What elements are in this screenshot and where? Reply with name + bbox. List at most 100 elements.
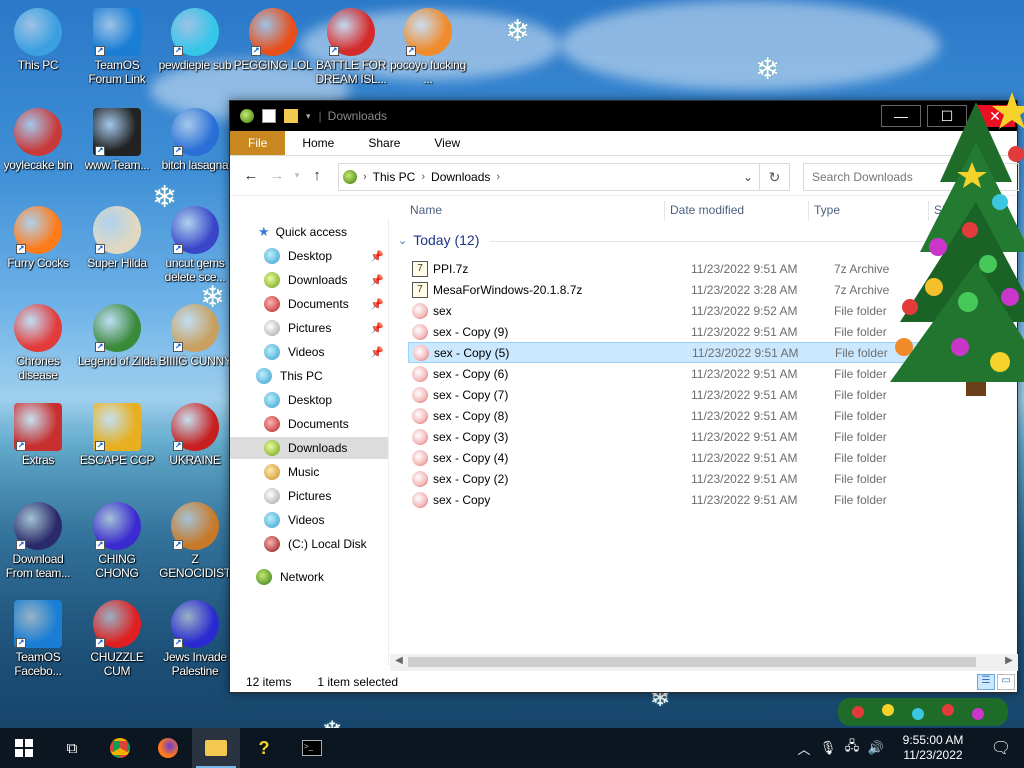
taskbar-firefox[interactable] bbox=[144, 728, 192, 768]
pin-icon[interactable]: 📌 bbox=[370, 250, 384, 263]
nav-this-pc[interactable]: This PC bbox=[230, 365, 388, 387]
file-row[interactable]: sex - Copy (7) 11/23/2022 9:51 AM File fol… bbox=[408, 384, 1008, 405]
notification-center-icon[interactable]: 🗨 bbox=[978, 738, 1024, 758]
taskbar-file-explorer[interactable] bbox=[192, 728, 240, 768]
back-button[interactable]: ← bbox=[238, 163, 264, 189]
minimize-button[interactable]: — bbox=[881, 105, 921, 127]
desktop-icon-pocoyo[interactable]: ↗ pocoyo fucking ... bbox=[388, 8, 468, 86]
column-date-modified[interactable]: Date modified bbox=[670, 203, 744, 217]
breadcrumb-this-pc[interactable]: This PC bbox=[369, 170, 420, 184]
desktop-icon-ukraine[interactable]: ↗ UKRAINE bbox=[155, 403, 235, 467]
desktop-icon-furry-cocks[interactable]: ↗ Furry Cocks bbox=[0, 206, 78, 270]
desktop-icon-legend-of-zilda[interactable]: ↗ Legend of Zilda bbox=[77, 304, 157, 368]
desktop-icon-teamos-forum-link[interactable]: ↗ TeamOS Forum Link bbox=[77, 8, 157, 86]
desktop-icon-pegging-lol[interactable]: ↗ PEGGING LOL bbox=[233, 8, 313, 72]
pin-icon[interactable]: 📌 bbox=[370, 346, 384, 359]
nav-pc-desktop[interactable]: Desktop bbox=[230, 389, 388, 411]
nav-quick-desktop[interactable]: Desktop 📌 bbox=[230, 245, 388, 267]
desktop-icon-pewdiepie-sub[interactable]: ↗ pewdiepie sub bbox=[155, 8, 235, 72]
group-header-today[interactable]: ⌄ Today (12) bbox=[398, 232, 1010, 248]
desktop-icon-uncut-gems[interactable]: ↗ uncut gems delete sce... bbox=[155, 206, 235, 284]
nav-pc-music[interactable]: Music bbox=[230, 461, 388, 483]
nav-quick-access[interactable]: ★ Quick access bbox=[230, 221, 388, 243]
desktop-icon-teamos-facebook[interactable]: ↗ TeamOS Facebo... bbox=[0, 600, 78, 678]
scroll-right-icon[interactable]: ▶ bbox=[1002, 655, 1016, 666]
desktop-icon-chuzzle-cum[interactable]: ↗ CHUZZLE CUM bbox=[77, 600, 157, 678]
desktop-icon-bitch-lasagna[interactable]: ↗ bitch lasagna bbox=[155, 108, 235, 172]
task-view-button[interactable]: ⧉ bbox=[48, 728, 96, 768]
customize-qat-icon[interactable]: ▾ bbox=[306, 111, 311, 122]
nav-quick-videos[interactable]: Videos 📌 bbox=[230, 341, 388, 363]
desktop-icon-ching-chong[interactable]: ↗ CHING CHONG bbox=[77, 502, 157, 580]
desktop-icon-yoylecake-bin[interactable]: yoylecake bin bbox=[0, 108, 78, 172]
desktop-icon-this-pc[interactable]: This PC bbox=[0, 8, 78, 72]
nav-quick-downloads[interactable]: Downloads 📌 bbox=[230, 269, 388, 291]
nav-network[interactable]: Network bbox=[230, 566, 388, 588]
column-size[interactable]: Si bbox=[934, 203, 945, 217]
tab-file[interactable]: File bbox=[230, 131, 286, 155]
file-row[interactable]: sex - Copy (5) 11/23/2022 9:51 AM File fol… bbox=[408, 342, 1008, 363]
column-type[interactable]: Type bbox=[814, 203, 840, 217]
start-button[interactable] bbox=[0, 728, 48, 768]
file-row[interactable]: sex - Copy (2) 11/23/2022 9:51 AM File fol… bbox=[408, 468, 1008, 489]
refresh-button[interactable]: ↻ bbox=[759, 164, 789, 190]
up-button[interactable]: ↑ bbox=[304, 163, 330, 189]
desktop-icon-z-genocidist[interactable]: ↗ Z GENOCIDIST bbox=[155, 502, 235, 580]
address-dropdown-icon[interactable]: ⌄ bbox=[743, 170, 753, 184]
desktop-icon-super-hilda[interactable]: ↗ Super Hilda bbox=[77, 206, 157, 270]
desktop-icon-download-from-team[interactable]: ↗ Download From team... bbox=[0, 502, 78, 580]
breadcrumb-downloads[interactable]: Downloads bbox=[427, 170, 494, 184]
nav-pc-documents[interactable]: Documents bbox=[230, 413, 388, 435]
nav-pc-pictures[interactable]: Pictures bbox=[230, 485, 388, 507]
file-row[interactable]: 7 MesaForWindows-20.1.8.7z 11/23/2022 3:28… bbox=[408, 279, 1008, 300]
scrollbar-thumb[interactable] bbox=[408, 657, 976, 667]
column-name[interactable]: Name bbox=[410, 203, 442, 217]
large-icons-view-button[interactable]: ▭ bbox=[997, 674, 1015, 690]
recent-locations-button[interactable]: ▾ bbox=[290, 163, 304, 189]
close-button[interactable]: ✕ bbox=[975, 105, 1015, 127]
desktop-icon-chrones-disease[interactable]: Chrones disease bbox=[0, 304, 78, 382]
file-row[interactable]: sex - Copy 11/23/2022 9:51 AM File folder bbox=[408, 489, 1008, 510]
network-status-icon[interactable]: 🖧 bbox=[840, 737, 864, 759]
desktop-icon-biiiig-cunny[interactable]: ↗ BIIIIG CUNNY bbox=[155, 304, 235, 368]
address-bar[interactable]: › This PC › Downloads › ⌄ ↻ bbox=[338, 163, 790, 191]
forward-button[interactable]: → bbox=[264, 163, 290, 189]
tab-share[interactable]: Share bbox=[351, 131, 417, 155]
file-row[interactable]: sex - Copy (6) 11/23/2022 9:51 AM File fol… bbox=[408, 363, 1008, 384]
details-view-button[interactable]: ☰ bbox=[977, 674, 995, 690]
file-row[interactable]: sex 11/23/2022 9:52 AM File folder bbox=[408, 300, 1008, 321]
taskbar-command-prompt[interactable]: >_ bbox=[288, 728, 336, 768]
desktop-icon-escape-ccp[interactable]: ↗ ESCAPE CCP bbox=[77, 403, 157, 467]
desktop-icon-battle-for-dream-island[interactable]: ↗ BATTLE FOR DREAM ISL... bbox=[311, 8, 391, 86]
nav-pc-videos[interactable]: Videos bbox=[230, 509, 388, 531]
pin-icon[interactable]: 📌 bbox=[370, 298, 384, 311]
show-hidden-icons-icon[interactable]: ︿ bbox=[792, 739, 816, 758]
horizontal-scrollbar[interactable]: ◀ ▶ bbox=[390, 654, 1018, 671]
maximize-button[interactable]: ☐ bbox=[927, 105, 967, 127]
nav-quick-pictures[interactable]: Pictures 📌 bbox=[230, 317, 388, 339]
file-row[interactable]: sex - Copy (9) 11/23/2022 9:51 AM File fol… bbox=[408, 321, 1008, 342]
volume-icon[interactable]: 🔊 bbox=[864, 740, 888, 756]
search-input[interactable]: Search Downloads bbox=[803, 163, 1019, 191]
file-row[interactable]: sex - Copy (8) 11/23/2022 9:51 AM File fol… bbox=[408, 405, 1008, 426]
taskbar-help[interactable]: ? bbox=[240, 728, 288, 768]
new-folder-icon[interactable] bbox=[284, 109, 298, 123]
taskbar-chrome[interactable] bbox=[96, 728, 144, 768]
tab-home[interactable]: Home bbox=[285, 131, 351, 155]
scroll-left-icon[interactable]: ◀ bbox=[392, 655, 406, 666]
file-row[interactable]: sex - Copy (4) 11/23/2022 9:51 AM File fol… bbox=[408, 447, 1008, 468]
properties-icon[interactable] bbox=[262, 109, 276, 123]
nav-pc-downloads[interactable]: Downloads bbox=[230, 437, 388, 459]
title-bar[interactable]: ▾ | Downloads — ☐ ✕ bbox=[230, 101, 1017, 131]
pin-icon[interactable]: 📌 bbox=[370, 322, 384, 335]
file-row[interactable]: 7 PPI.7z 11/23/2022 9:51 AM 7z Archive bbox=[408, 258, 1008, 279]
nav-quick-documents[interactable]: Documents 📌 bbox=[230, 293, 388, 315]
desktop-icon-jews-invade-palestine[interactable]: ↗ Jews Invade Palestine bbox=[155, 600, 235, 678]
desktop-icon-www-team[interactable]: ↗ www.Team... bbox=[77, 108, 157, 172]
tab-view[interactable]: View bbox=[417, 131, 477, 155]
pin-icon[interactable]: 📌 bbox=[370, 274, 384, 287]
microphone-icon[interactable]: 🎙 bbox=[816, 740, 840, 756]
nav-pc-c-local-disk[interactable]: (C:) Local Disk bbox=[230, 533, 388, 555]
clock[interactable]: 9:55:00 AM 11/23/2022 bbox=[888, 733, 978, 763]
file-row[interactable]: sex - Copy (3) 11/23/2022 9:51 AM File fol… bbox=[408, 426, 1008, 447]
